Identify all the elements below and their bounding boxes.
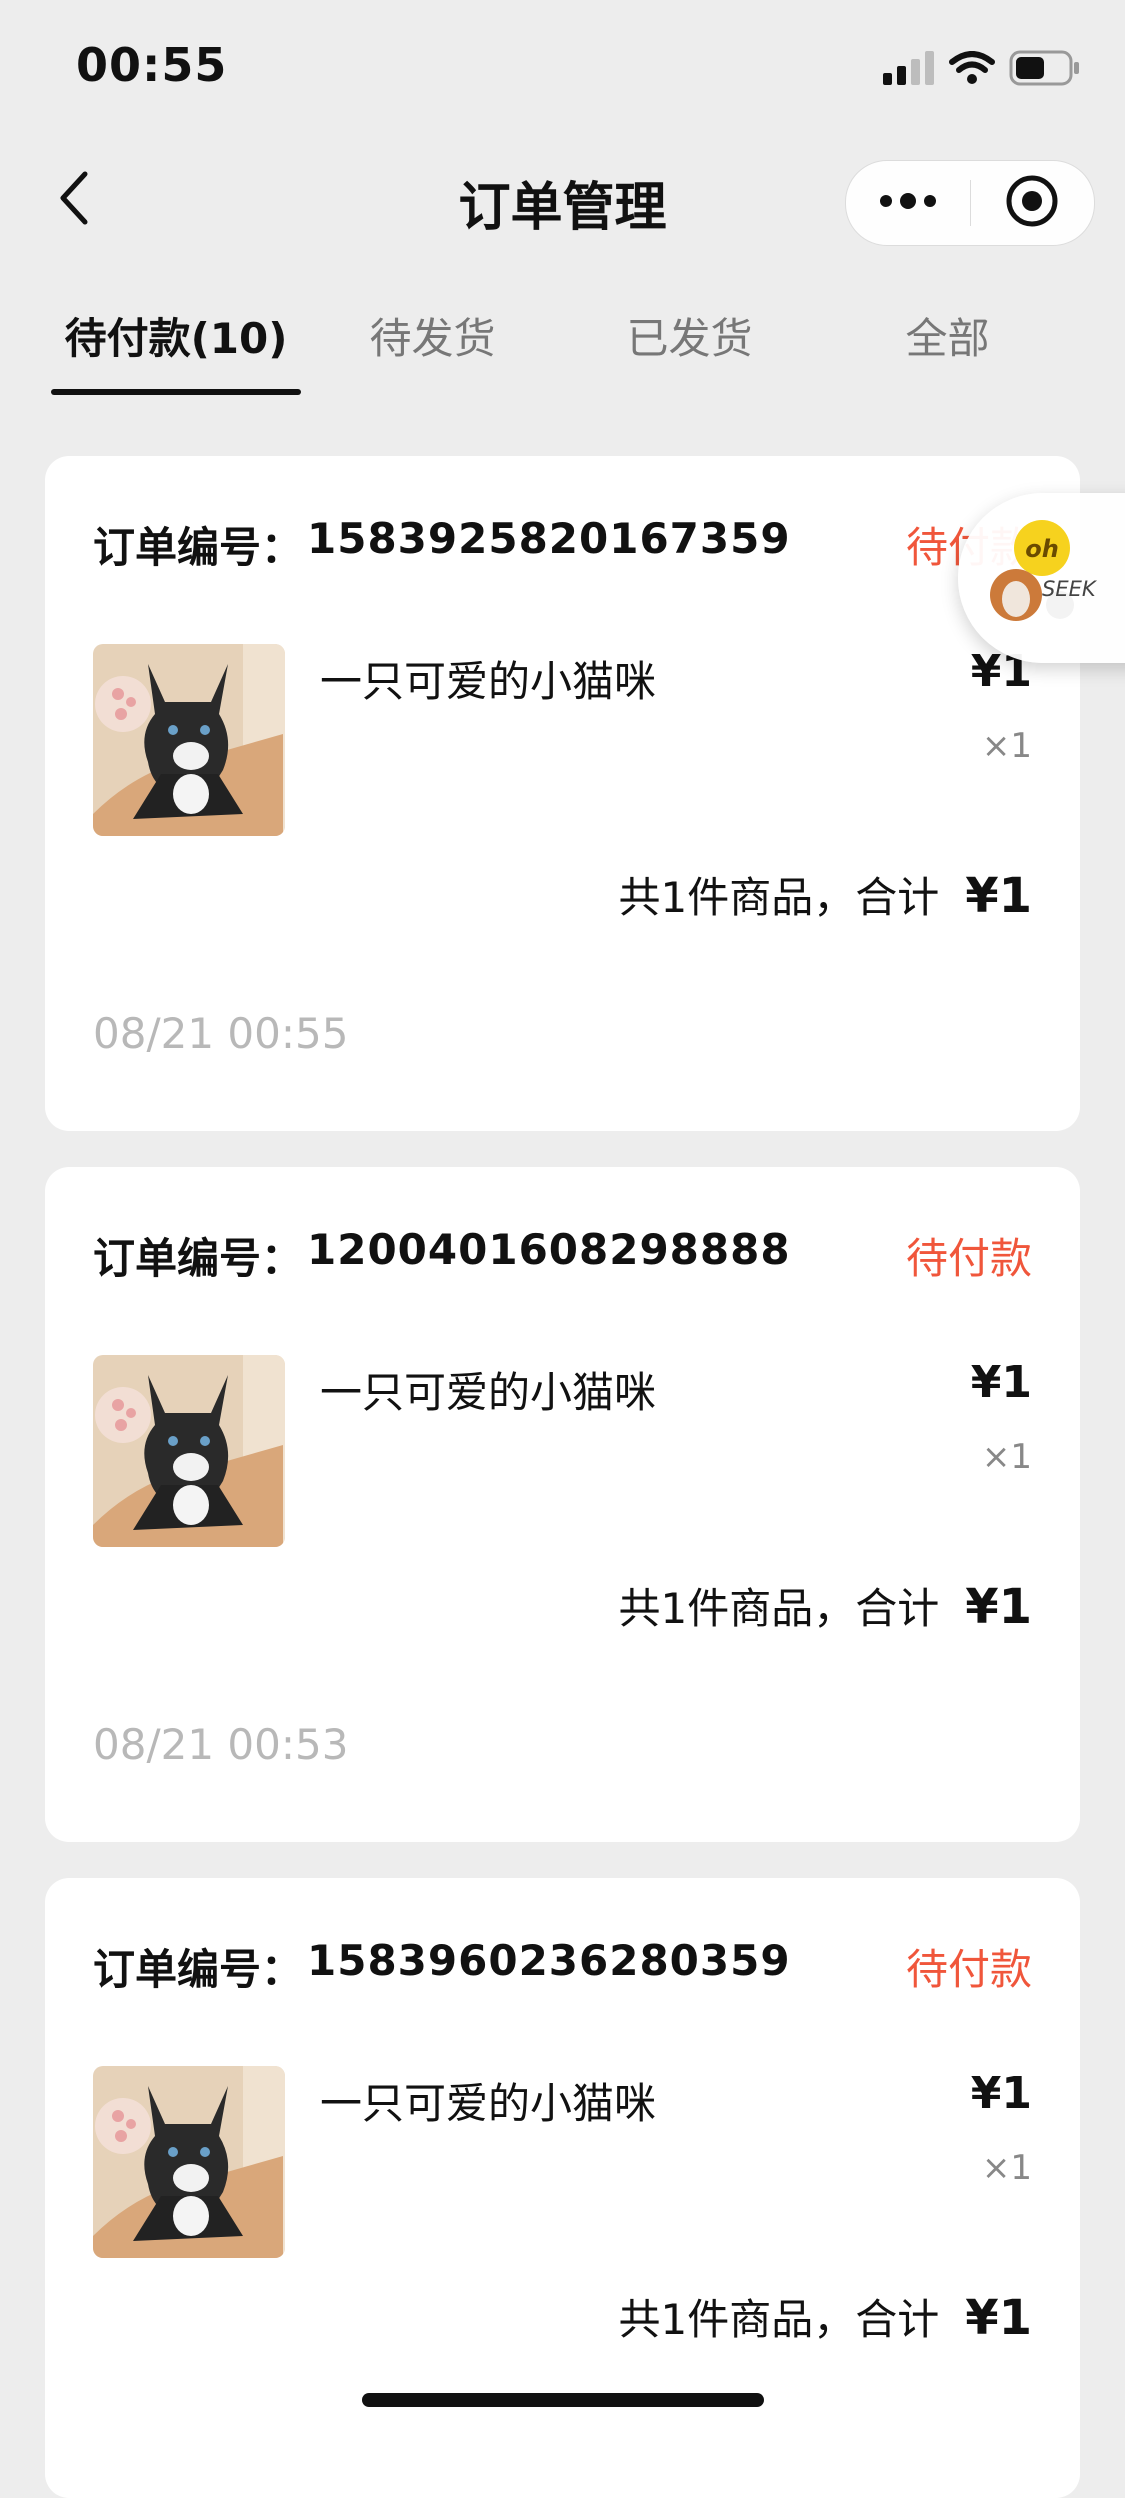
tab-shipped[interactable]: 已发货 bbox=[597, 285, 782, 395]
order-status: 待付款 bbox=[905, 1234, 1032, 1283]
order-number-label: 订单编号： bbox=[93, 1945, 304, 1994]
record-icon bbox=[1004, 173, 1060, 233]
status-bar: 00:55 bbox=[0, 0, 1125, 135]
order-number-label: 订单编号： bbox=[93, 523, 304, 572]
product-thumbnail[interactable] bbox=[93, 1355, 285, 1547]
order-status: 待付款 bbox=[905, 1945, 1032, 1994]
close-mini-program-button[interactable] bbox=[971, 161, 1095, 245]
product-thumbnail[interactable] bbox=[93, 2066, 285, 2258]
product-name: 一只可爱的小猫咪 bbox=[320, 2079, 657, 2128]
mini-program-capsule bbox=[845, 160, 1095, 246]
order-time: 08/21 00:53 bbox=[93, 1720, 349, 1769]
svg-text:oh: oh bbox=[1025, 535, 1059, 563]
order-summary: 共1件商品，合计 ¥1 bbox=[618, 864, 1032, 925]
order-tabs: 待付款(10) 待发货 已发货 全部 bbox=[0, 285, 1125, 405]
product-price: ¥1 bbox=[970, 2068, 1032, 2119]
navbar: 订单管理 bbox=[0, 135, 1125, 265]
product-name: 一只可爱的小猫咪 bbox=[320, 1368, 657, 1417]
order-time: 08/21 00:55 bbox=[93, 1009, 349, 1058]
product-thumbnail[interactable] bbox=[93, 644, 285, 836]
active-tab-indicator bbox=[51, 389, 301, 395]
floating-widget[interactable]: oh SEEK bbox=[958, 493, 1125, 663]
product-quantity: ×1 bbox=[981, 1437, 1032, 1477]
tab-all[interactable]: 全部 bbox=[855, 285, 1040, 395]
order-number: 1583925820167359 bbox=[307, 514, 791, 563]
order-summary: 共1件商品，合计 ¥1 bbox=[618, 2286, 1032, 2347]
order-summary: 共1件商品，合计 ¥1 bbox=[618, 1575, 1032, 1636]
order-card[interactable]: 订单编号： 1200401608298888 待付款 一只可爱的小猫咪 ¥1 ×… bbox=[45, 1167, 1080, 1842]
product-name: 一只可爱的小猫咪 bbox=[320, 657, 657, 706]
status-icons bbox=[883, 50, 1081, 90]
order-number: 1200401608298888 bbox=[307, 1225, 791, 1274]
order-total: ¥1 bbox=[965, 1579, 1032, 1635]
wifi-icon bbox=[949, 51, 995, 89]
summary-text: 共1件商品，合计 bbox=[618, 2295, 940, 2344]
seek-label: SEEK bbox=[1042, 577, 1096, 601]
tab-pending-shipment[interactable]: 待发货 bbox=[340, 285, 525, 395]
order-number-label: 订单编号： bbox=[93, 1234, 304, 1283]
order-total: ¥1 bbox=[965, 2290, 1032, 2346]
signal-icon bbox=[883, 51, 935, 89]
summary-text: 共1件商品，合计 bbox=[618, 1584, 940, 1633]
summary-text: 共1件商品，合计 bbox=[618, 873, 940, 922]
home-indicator bbox=[362, 2393, 764, 2407]
order-total: ¥1 bbox=[965, 868, 1032, 924]
status-time: 00:55 bbox=[76, 38, 228, 92]
more-icon bbox=[878, 191, 938, 215]
battery-icon bbox=[1009, 50, 1081, 90]
product-quantity: ×1 bbox=[981, 2148, 1032, 2188]
product-price: ¥1 bbox=[970, 1357, 1032, 1408]
tab-pending-payment[interactable]: 待付款(10) bbox=[51, 285, 301, 395]
product-quantity: ×1 bbox=[981, 726, 1032, 766]
more-button[interactable] bbox=[846, 161, 970, 245]
order-number: 1583960236280359 bbox=[307, 1936, 791, 1985]
order-card[interactable]: 订单编号： 1583925820167359 待付款 一只可爱的小猫咪 ¥1 ×… bbox=[45, 456, 1080, 1131]
